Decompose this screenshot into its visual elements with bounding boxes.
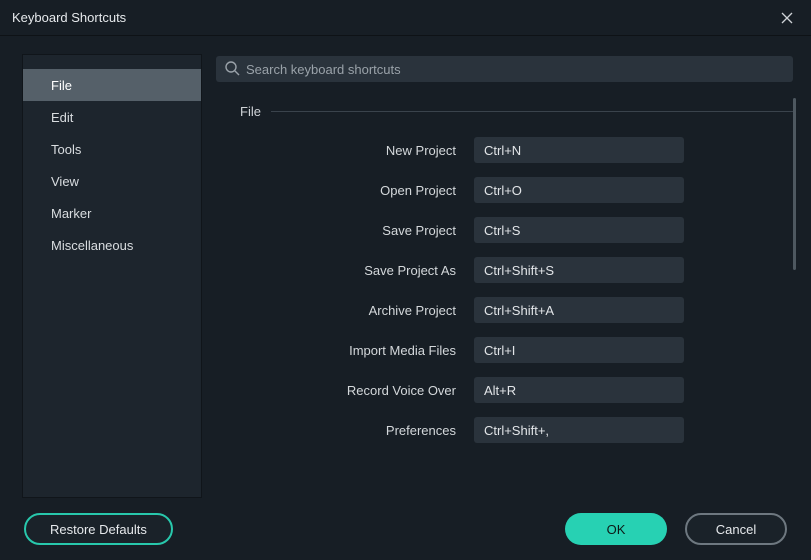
restore-defaults-button[interactable]: Restore Defaults: [24, 513, 173, 545]
sidebar-item-label: Miscellaneous: [51, 238, 133, 253]
sidebar-item-edit[interactable]: Edit: [23, 101, 201, 133]
sidebar-item-label: Marker: [51, 206, 91, 221]
sidebar-item-label: View: [51, 174, 79, 189]
content-area: File Edit Tools View Marker Miscellaneou…: [0, 36, 811, 498]
close-icon[interactable]: [775, 6, 799, 30]
shortcut-field[interactable]: Ctrl+Shift+A: [474, 297, 684, 323]
search-icon: [224, 60, 240, 79]
shortcut-keys: Alt+R: [484, 383, 516, 398]
shortcut-row: New Project Ctrl+N: [216, 137, 773, 163]
shortcut-keys: Ctrl+Shift+,: [484, 423, 549, 438]
sidebar-item-miscellaneous[interactable]: Miscellaneous: [23, 229, 201, 261]
shortcut-row: Save Project As Ctrl+Shift+S: [216, 257, 773, 283]
search-bar[interactable]: [216, 56, 793, 82]
divider: [271, 111, 793, 112]
shortcut-keys: Ctrl+S: [484, 223, 520, 238]
section-title: File: [240, 104, 261, 119]
category-sidebar: File Edit Tools View Marker Miscellaneou…: [22, 54, 202, 498]
shortcut-label: Preferences: [216, 423, 456, 438]
scrollbar-thumb[interactable]: [793, 98, 796, 270]
shortcut-keys: Ctrl+Shift+A: [484, 303, 554, 318]
shortcut-row: Record Voice Over Alt+R: [216, 377, 773, 403]
sidebar-item-file[interactable]: File: [23, 69, 201, 101]
shortcut-keys: Ctrl+N: [484, 143, 521, 158]
section-header: File: [240, 104, 793, 119]
shortcut-rows: New Project Ctrl+N Open Project Ctrl+O S…: [216, 137, 793, 443]
shortcut-label: Archive Project: [216, 303, 456, 318]
shortcut-field[interactable]: Alt+R: [474, 377, 684, 403]
search-input[interactable]: [246, 62, 785, 77]
shortcut-row: Preferences Ctrl+Shift+,: [216, 417, 773, 443]
sidebar-item-view[interactable]: View: [23, 165, 201, 197]
button-label: Restore Defaults: [50, 522, 147, 537]
button-label: OK: [607, 522, 626, 537]
cancel-button[interactable]: Cancel: [685, 513, 787, 545]
shortcut-label: Open Project: [216, 183, 456, 198]
shortcut-label: Import Media Files: [216, 343, 456, 358]
shortcut-field[interactable]: Ctrl+Shift+S: [474, 257, 684, 283]
sidebar-item-tools[interactable]: Tools: [23, 133, 201, 165]
dialog-title: Keyboard Shortcuts: [12, 10, 126, 25]
shortcut-field[interactable]: Ctrl+Shift+,: [474, 417, 684, 443]
footer: Restore Defaults OK Cancel: [0, 498, 811, 560]
shortcut-field[interactable]: Ctrl+S: [474, 217, 684, 243]
footer-right: OK Cancel: [565, 513, 787, 545]
shortcut-label: Save Project: [216, 223, 456, 238]
shortcut-row: Open Project Ctrl+O: [216, 177, 773, 203]
shortcut-row: Import Media Files Ctrl+I: [216, 337, 773, 363]
shortcut-label: Save Project As: [216, 263, 456, 278]
sidebar-item-marker[interactable]: Marker: [23, 197, 201, 229]
shortcut-field[interactable]: Ctrl+O: [474, 177, 684, 203]
main-panel: File New Project Ctrl+N Open Project Ctr…: [216, 54, 793, 498]
shortcut-label: New Project: [216, 143, 456, 158]
ok-button[interactable]: OK: [565, 513, 667, 545]
sidebar-item-label: Edit: [51, 110, 73, 125]
button-label: Cancel: [716, 522, 756, 537]
titlebar: Keyboard Shortcuts: [0, 0, 811, 36]
shortcut-row: Save Project Ctrl+S: [216, 217, 773, 243]
shortcut-row: Archive Project Ctrl+Shift+A: [216, 297, 773, 323]
shortcut-keys: Ctrl+I: [484, 343, 515, 358]
shortcut-keys: Ctrl+Shift+S: [484, 263, 554, 278]
shortcut-field[interactable]: Ctrl+N: [474, 137, 684, 163]
sidebar-item-label: File: [51, 78, 72, 93]
sidebar-item-label: Tools: [51, 142, 81, 157]
shortcut-field[interactable]: Ctrl+I: [474, 337, 684, 363]
shortcut-keys: Ctrl+O: [484, 183, 522, 198]
shortcut-label: Record Voice Over: [216, 383, 456, 398]
